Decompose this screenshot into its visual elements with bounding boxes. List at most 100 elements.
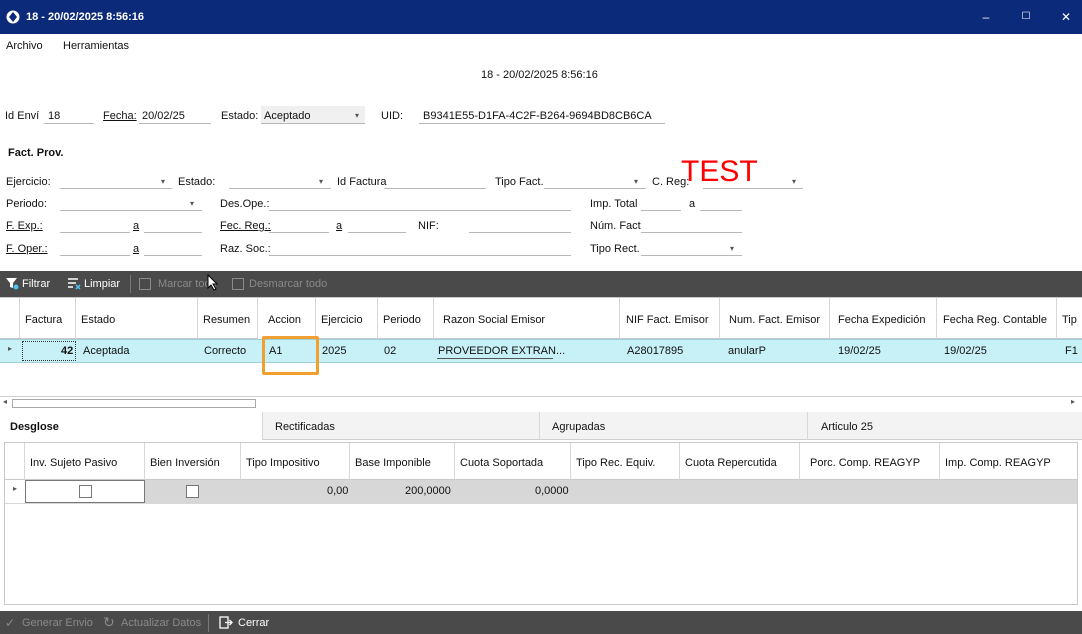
column-header[interactable]: Cuota Soportada	[455, 443, 571, 480]
minimize-button[interactable]: –	[976, 9, 996, 25]
tab-articulo-25[interactable]: Articulo 25	[808, 412, 1082, 440]
column-header[interactable]: Fecha Expedición	[830, 298, 937, 339]
chevron-down-icon[interactable]: ▾	[190, 199, 194, 208]
cell-razon[interactable]: PROVEEDOR EXTRAN...	[438, 345, 565, 357]
fec-reg-a-label[interactable]: a	[336, 220, 342, 232]
column-header[interactable]: Ejercicio	[316, 298, 378, 339]
row-indicator-header	[5, 443, 25, 480]
horizontal-scrollbar[interactable]: ◂ ▸	[0, 396, 1082, 409]
close-window-button[interactable]: ✕	[1056, 9, 1076, 25]
tab-agrupadas[interactable]: Agrupadas	[540, 412, 808, 440]
limpiar-button[interactable]: Limpiar	[84, 278, 120, 290]
column-header[interactable]: Resumen	[198, 298, 258, 339]
column-header[interactable]: Tip	[1057, 298, 1082, 339]
cell-periodo[interactable]: 02	[384, 345, 396, 357]
estado-select[interactable]: Aceptado ▾	[261, 106, 365, 124]
filtrar-button[interactable]: Filtrar	[22, 278, 50, 290]
cell-factura[interactable]: 42	[61, 345, 73, 357]
column-header[interactable]: Num. Fact. Emisor	[720, 298, 830, 339]
column-header[interactable]: Cuota Repercutida	[680, 443, 800, 480]
fec-reg-label[interactable]: Fec. Reg.:	[220, 220, 271, 232]
desmarcar-todo-button[interactable]: Desmarcar todo	[249, 278, 327, 290]
fecha-value[interactable]: 20/02/25	[142, 110, 185, 122]
filter-icon	[5, 276, 19, 290]
cell-base-imponible[interactable]: 200,0000	[405, 485, 451, 497]
id-envio-value[interactable]: 18	[48, 110, 60, 122]
cell-estado[interactable]: Aceptada	[83, 345, 129, 357]
column-header[interactable]: Inv. Sujeto Pasivo	[25, 443, 145, 480]
scroll-right-icon[interactable]: ▸	[1071, 397, 1075, 406]
cell-fecha-exp[interactable]: 19/02/25	[838, 345, 881, 357]
id-factura-label: Id Factura	[337, 176, 387, 188]
f-oper-a-label[interactable]: a	[133, 243, 139, 255]
chevron-down-icon[interactable]: ▾	[161, 177, 165, 186]
cell-num-fact[interactable]: anularP	[728, 345, 766, 357]
tipo-rect-label: Tipo Rect.	[590, 243, 640, 255]
c-reg-label: C. Reg:	[652, 176, 690, 188]
tipo-fact-label: Tipo Fact.	[495, 176, 544, 188]
table-row[interactable]: ▸ 0,00 200,0000 0,0000	[5, 480, 1077, 504]
actualizar-datos-button[interactable]: Actualizar Datos	[121, 617, 201, 629]
uid-value[interactable]: B9341E55-D1FA-4C2F-B264-9694BD8CB6CA	[423, 110, 652, 122]
header-form: 18 - 20/02/2025 8:56:16 Id Enví 18 Fecha…	[0, 56, 1082, 270]
f-exp-a-label[interactable]: a	[133, 220, 139, 232]
column-header[interactable]: Factura	[20, 298, 76, 339]
chevron-down-icon[interactable]: ▾	[634, 177, 638, 186]
column-header[interactable]: Accion	[263, 298, 316, 339]
chevron-down-icon[interactable]: ▾	[730, 244, 734, 253]
cell-fecha-reg[interactable]: 19/02/25	[944, 345, 987, 357]
cerrar-button[interactable]: Cerrar	[238, 617, 269, 629]
ejercicio-label: Ejercicio:	[6, 176, 51, 188]
column-header[interactable]: Bien Inversión	[145, 443, 241, 480]
column-header[interactable]: Tipo Impositivo	[241, 443, 350, 480]
tab-desglose[interactable]: Desglose	[0, 412, 263, 440]
cell-tip[interactable]: F1	[1065, 345, 1078, 357]
column-header[interactable]: NIF Fact. Emisor	[620, 298, 720, 339]
estado-label: Estado:	[221, 110, 259, 122]
menu-archivo[interactable]: Archivo	[6, 40, 43, 52]
row-pointer-icon: ▸	[8, 344, 13, 353]
nif-label: NIF:	[418, 220, 439, 232]
cell-cuota-soportada[interactable]: 0,0000	[535, 485, 569, 497]
table-row[interactable]: ▸ 42 Aceptada Correcto A1 2025 02 PROVEE…	[0, 339, 1082, 363]
check-icon: ✓	[5, 616, 16, 630]
num-fact-label: Núm. Fact	[590, 220, 641, 232]
inv-sujeto-pasivo-checkbox[interactable]	[79, 485, 92, 498]
mouse-cursor-icon	[207, 274, 219, 291]
cell-ejercicio[interactable]: 2025	[322, 345, 346, 357]
fecha-label[interactable]: Fecha:	[103, 110, 137, 122]
chevron-down-icon[interactable]: ▾	[319, 177, 323, 186]
column-header[interactable]: Fecha Reg. Contable	[937, 298, 1057, 339]
chevron-down-icon: ▾	[355, 111, 360, 120]
scrollbar-thumb[interactable]	[12, 399, 256, 408]
test-banner: TEST	[681, 155, 758, 188]
f-exp-label[interactable]: F. Exp.:	[6, 220, 43, 232]
menu-herramientas[interactable]: Herramientas	[63, 40, 129, 52]
invoices-grid: Factura Estado Resumen Accion Ejercicio …	[0, 297, 1082, 411]
column-header[interactable]: Base Imponible	[350, 443, 455, 480]
column-header[interactable]: Imp. Comp. REAGYP	[940, 443, 1077, 480]
scroll-left-icon[interactable]: ◂	[3, 397, 7, 406]
column-header[interactable]: Tipo Rec. Equiv.	[571, 443, 680, 480]
f-oper-label[interactable]: F. Oper.:	[6, 243, 48, 255]
maximize-button[interactable]: ☐	[1016, 9, 1036, 25]
checkbox-icon	[139, 278, 151, 290]
cell-nif[interactable]: A28017895	[627, 345, 683, 357]
raz-soc-label: Raz. Soc.:	[220, 243, 271, 255]
column-header[interactable]: Estado	[76, 298, 198, 339]
generar-envio-button[interactable]: Generar Envio	[22, 617, 93, 629]
column-header[interactable]: Periodo	[378, 298, 434, 339]
column-header[interactable]: Razon Social Emisor	[434, 298, 620, 339]
menu-bar: Archivo Herramientas	[0, 34, 1082, 56]
tab-rectificadas[interactable]: Rectificadas	[263, 412, 540, 440]
column-header[interactable]: Porc. Comp. REAGYP	[800, 443, 940, 480]
app-icon	[6, 10, 20, 24]
cell-tipo-impositivo[interactable]: 0,00	[327, 485, 348, 497]
cell-resumen[interactable]: Correcto	[204, 345, 246, 357]
chevron-down-icon[interactable]: ▾	[792, 177, 796, 186]
bien-inversion-checkbox[interactable]	[186, 485, 199, 498]
section-title: Fact. Prov.	[8, 147, 64, 159]
window-title: 18 - 20/02/2025 8:56:16	[26, 11, 145, 23]
filter-toolbar: Filtrar Limpiar Marcar todo Desmarcar to…	[0, 271, 1082, 297]
highlight-box	[262, 336, 319, 375]
